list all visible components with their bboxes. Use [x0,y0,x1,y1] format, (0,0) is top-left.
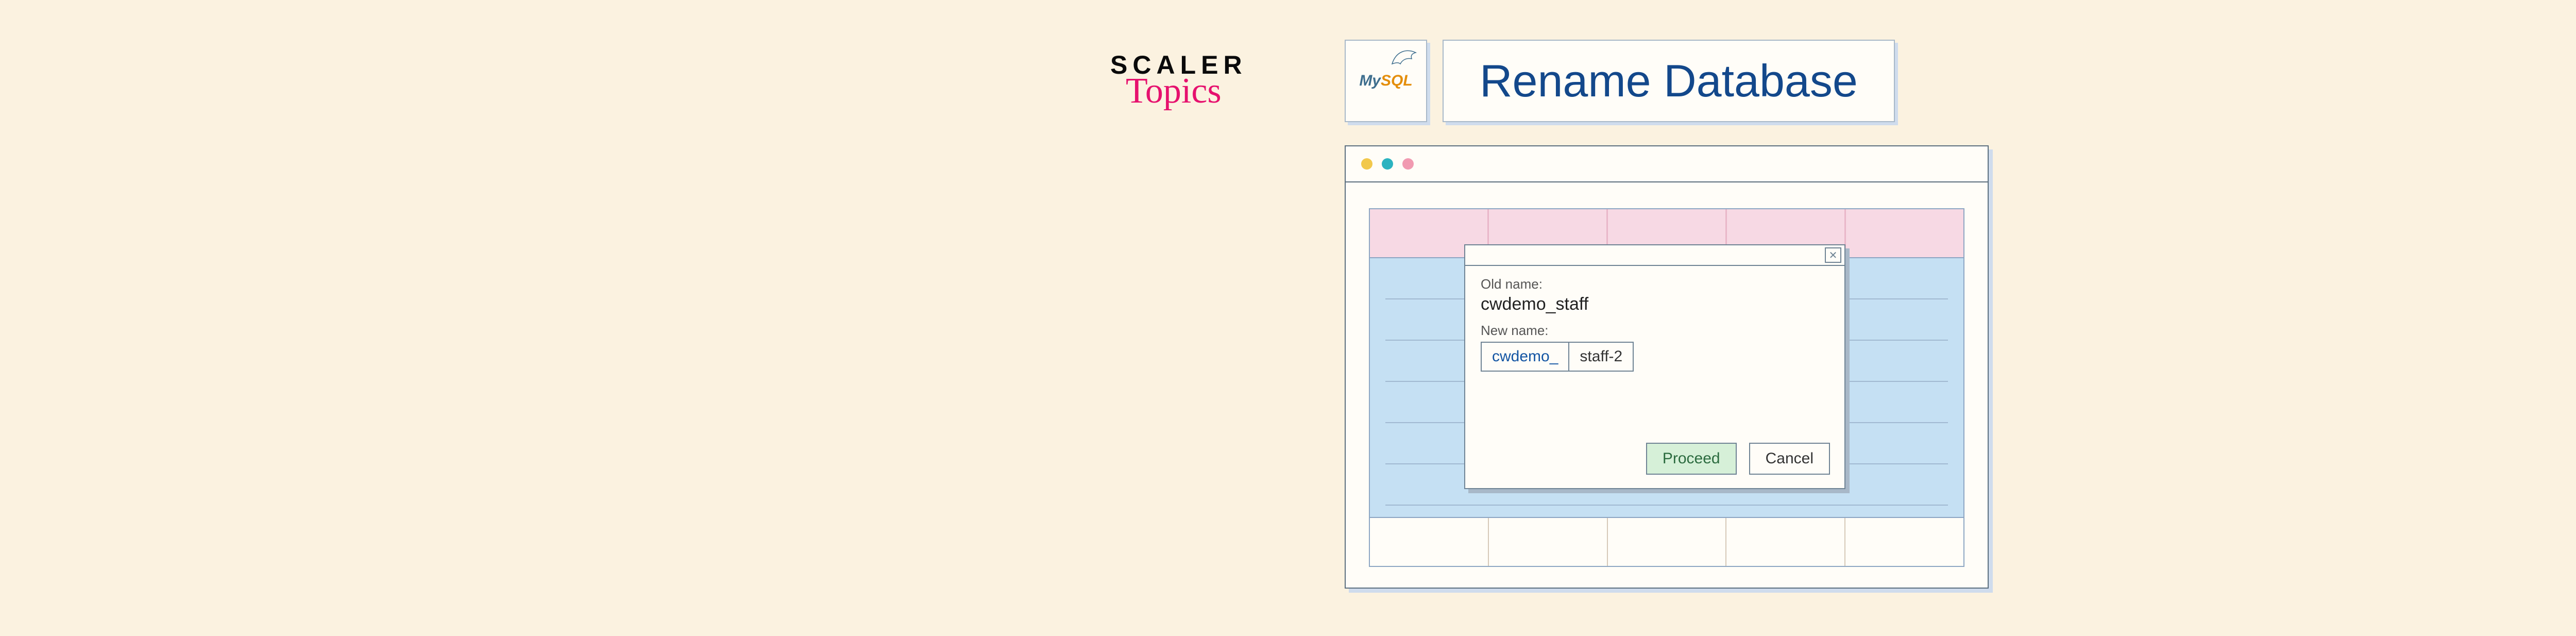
logo-word-topics: Topics [1126,71,1275,112]
footer-cell [1845,518,1963,566]
mysql-wordmark: MySQL [1359,72,1412,90]
dialog-body: Old name: cwdemo_staff New name: cwdemo_… [1465,266,1844,443]
proceed-button[interactable]: Proceed [1646,443,1737,475]
header-cell [1846,209,1963,257]
footer-cell [1726,518,1845,566]
mysql-my: My [1359,72,1381,89]
close-icon: ✕ [1829,249,1838,262]
browser-body: ✕ Old name: cwdemo_staff New name: cwdem… [1346,182,1988,588]
footer-cell [1608,518,1727,566]
old-name-label: Old name: [1481,276,1829,292]
header-row: MySQL Rename Database [1345,40,1895,122]
diagram-stage: SCALER Topics MySQL Rename Database [1082,35,2009,601]
scaler-topics-logo: SCALER Topics [1110,50,1275,112]
dolphin-icon [1391,48,1417,66]
new-name-input[interactable]: staff-2 [1568,342,1634,372]
dialog-titlebar: ✕ [1465,245,1844,266]
cancel-button[interactable]: Cancel [1749,443,1830,475]
window-dot-pink [1402,158,1414,170]
mysql-sql: SQL [1381,72,1413,89]
new-name-input-group: cwdemo_ staff-2 [1481,342,1829,372]
footer-cell [1489,518,1608,566]
page-title-box: Rename Database [1443,40,1895,122]
new-name-prefix: cwdemo_ [1481,342,1568,372]
footer-cell [1370,518,1489,566]
window-dot-yellow [1361,158,1372,170]
close-button[interactable]: ✕ [1825,247,1841,263]
old-name-value: cwdemo_staff [1481,294,1829,314]
mysql-logo-box: MySQL [1345,40,1427,122]
sheet-footer-row [1370,517,1963,566]
rename-dialog: ✕ Old name: cwdemo_staff New name: cwdem… [1464,244,1845,489]
dialog-footer: Proceed Cancel [1465,443,1844,488]
page-title: Rename Database [1480,55,1858,107]
window-dot-teal [1382,158,1393,170]
browser-titlebar [1346,146,1988,182]
new-name-label: New name: [1481,323,1829,339]
browser-window: ✕ Old name: cwdemo_staff New name: cwdem… [1345,145,1989,589]
